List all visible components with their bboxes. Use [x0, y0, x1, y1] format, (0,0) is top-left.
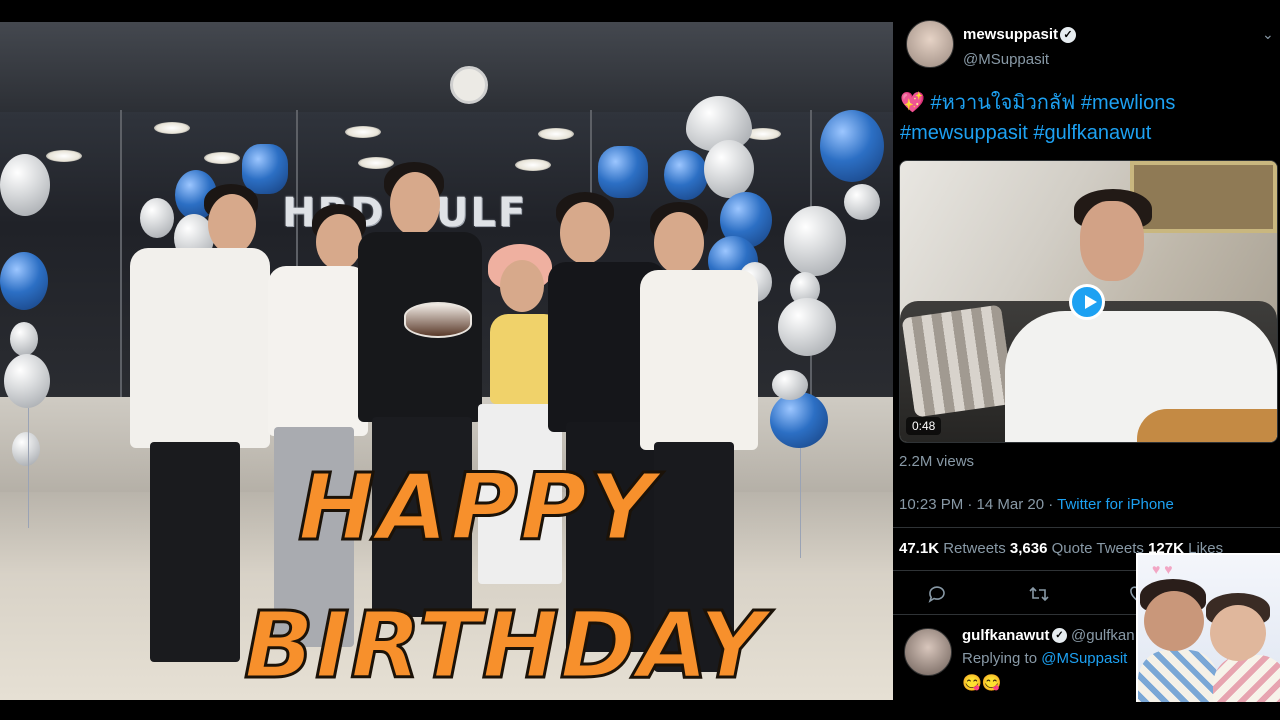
video-person-face	[1080, 201, 1144, 281]
ceiling-light	[345, 126, 381, 138]
reply-icon[interactable]	[927, 584, 947, 609]
balloon-string	[800, 448, 801, 558]
verified-badge-icon: ✓	[1060, 27, 1076, 43]
retweets-label[interactable]: Retweets	[939, 540, 1010, 557]
balloon	[770, 392, 828, 448]
birthday-overlay-text: BIRTHDAY	[242, 592, 767, 699]
tweet-source[interactable]: Twitter for iPhone	[1057, 496, 1174, 513]
birthday-cake	[404, 302, 472, 338]
hashtags-line-1[interactable]: #หวานใจมิวกลัฟ #mewlions	[925, 92, 1175, 114]
balloon	[784, 206, 846, 276]
balloon	[704, 140, 754, 198]
balloon	[12, 432, 40, 466]
balloon	[0, 252, 48, 310]
hearts-decoration: ♥ ♥	[1152, 561, 1173, 577]
ceiling-light	[204, 152, 240, 164]
flower-balloon	[242, 144, 288, 194]
reply-author-name[interactable]: gulfkanawut	[962, 627, 1050, 644]
balloon	[140, 198, 174, 238]
reply-verified-badge-icon: ✓	[1052, 628, 1067, 643]
guitar	[1137, 409, 1277, 442]
ceiling	[0, 22, 893, 112]
balloon	[844, 184, 880, 220]
wall-clock	[450, 66, 488, 104]
hashtags-line-2[interactable]: #mewsuppasit #gulfkanawut	[900, 122, 1151, 144]
balloon	[664, 150, 708, 200]
reply-author-avatar[interactable]	[904, 628, 952, 676]
tweet-timestamp-line: 10:23 PM · 14 Mar 20 · Twitter for iPhon…	[899, 496, 1174, 513]
happy-overlay-text: HAPPY	[297, 454, 658, 561]
balloon	[0, 154, 50, 216]
balloon	[10, 322, 38, 356]
sparkling-heart-icon: 💖	[900, 92, 925, 114]
video-duration: 0:48	[906, 417, 942, 435]
quote-tweets-label[interactable]: Quote Tweets	[1047, 540, 1148, 557]
quote-tweets-count[interactable]: 3,636	[1010, 540, 1048, 557]
replying-to-line: Replying to @MSuppasit	[962, 650, 1127, 667]
tweet-timestamp[interactable]: 10:23 PM · 14 Mar 20 ·	[899, 496, 1057, 513]
ceiling-light	[515, 159, 551, 171]
balloon	[4, 354, 50, 408]
retweet-icon[interactable]	[1028, 584, 1050, 609]
tweet-text: 💖 #หวานใจมิวกลัฟ #mewlions #mewsuppasit …	[900, 88, 1270, 148]
ceiling-light	[538, 128, 574, 140]
balloon	[772, 370, 808, 400]
ceiling-light	[358, 157, 394, 169]
inset-couple-photo: ♥ ♥	[1136, 553, 1280, 702]
author-avatar[interactable]	[906, 20, 954, 68]
play-button-icon[interactable]	[1069, 284, 1105, 320]
replying-to-label: Replying to	[962, 650, 1042, 667]
view-count: 2.2M views	[899, 453, 975, 470]
reply-author-handle[interactable]: @gulfkan	[1071, 627, 1135, 644]
ceiling-light	[46, 150, 82, 162]
wall-painting	[1130, 161, 1277, 233]
balloon-string	[28, 408, 29, 528]
author-handle[interactable]: @MSuppasit	[963, 51, 1049, 68]
flower-balloon	[598, 146, 648, 198]
more-options-chevron-icon[interactable]: ⌄	[1262, 26, 1274, 43]
reply-text: 😋😋	[962, 675, 1002, 692]
replying-to-mention[interactable]: @MSuppasit	[1041, 650, 1127, 667]
author-display-name[interactable]: mewsuppasit	[963, 26, 1058, 43]
mirror-divider	[120, 110, 122, 400]
retweets-count[interactable]: 47.1K	[899, 540, 939, 557]
divider	[893, 527, 1280, 528]
ceiling-light	[154, 122, 190, 134]
balloon	[820, 110, 884, 182]
balloon	[778, 298, 836, 356]
tweet-video[interactable]: 0:48	[899, 160, 1278, 443]
striped-pillow	[901, 304, 1015, 418]
party-photo: HBD GULF	[0, 22, 893, 700]
